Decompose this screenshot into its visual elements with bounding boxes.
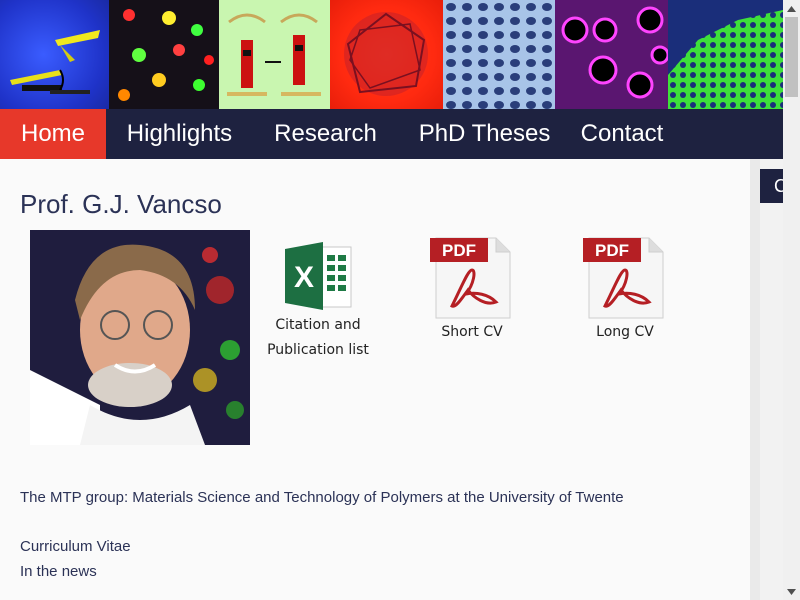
- main-content: Prof. G.J. Vancso X Citation and Publica…: [0, 159, 750, 600]
- nav-home[interactable]: Home: [0, 109, 106, 159]
- intro-text: The MTP group: Materials Science and Tec…: [20, 489, 624, 506]
- citation-publication-list-link[interactable]: X Citation and Publication list: [258, 239, 378, 363]
- scroll-up-arrow-icon[interactable]: [783, 0, 800, 17]
- vertical-scrollbar[interactable]: [783, 0, 800, 600]
- banner-image-afm: [0, 0, 109, 109]
- svg-text:X: X: [294, 261, 314, 294]
- main-nav: Home Highlights Research PhD Theses Cont…: [0, 109, 783, 159]
- sidebar-tab[interactable]: C: [760, 169, 783, 203]
- nav-contact[interactable]: Contact: [571, 109, 673, 159]
- banner-image-vesicles: [555, 0, 668, 109]
- header-banner: [0, 0, 783, 109]
- pdf-icon: PDF: [430, 237, 511, 319]
- excel-icon: X: [285, 242, 352, 310]
- svg-text:PDF: PDF: [595, 241, 629, 260]
- right-sidebar: [760, 159, 783, 600]
- profile-photo: [30, 230, 250, 445]
- banner-image-porous-surface: [443, 0, 555, 109]
- curriculum-vitae-link[interactable]: Curriculum Vitae: [20, 538, 131, 555]
- nav-phd-theses[interactable]: PhD Theses: [398, 109, 571, 159]
- banner-image-nanopattern: [668, 0, 783, 109]
- scroll-thumb[interactable]: [785, 17, 798, 97]
- pdf-icon: PDF: [583, 237, 664, 319]
- sidebar-gutter: [750, 159, 760, 600]
- long-cv-link[interactable]: PDF Long CV: [565, 236, 685, 345]
- nav-highlights[interactable]: Highlights: [106, 109, 253, 159]
- in-the-news-link[interactable]: In the news: [20, 563, 97, 580]
- scroll-down-arrow-icon[interactable]: [783, 583, 800, 600]
- short-cv-link[interactable]: PDF Short CV: [412, 236, 532, 345]
- banner-image-molecule-diagram: [219, 0, 330, 109]
- banner-image-fluorescent: [109, 0, 219, 109]
- banner-image-polyhedron: [330, 0, 443, 109]
- svg-text:PDF: PDF: [442, 241, 476, 260]
- page-title: Prof. G.J. Vancso: [20, 189, 222, 219]
- nav-research[interactable]: Research: [253, 109, 398, 159]
